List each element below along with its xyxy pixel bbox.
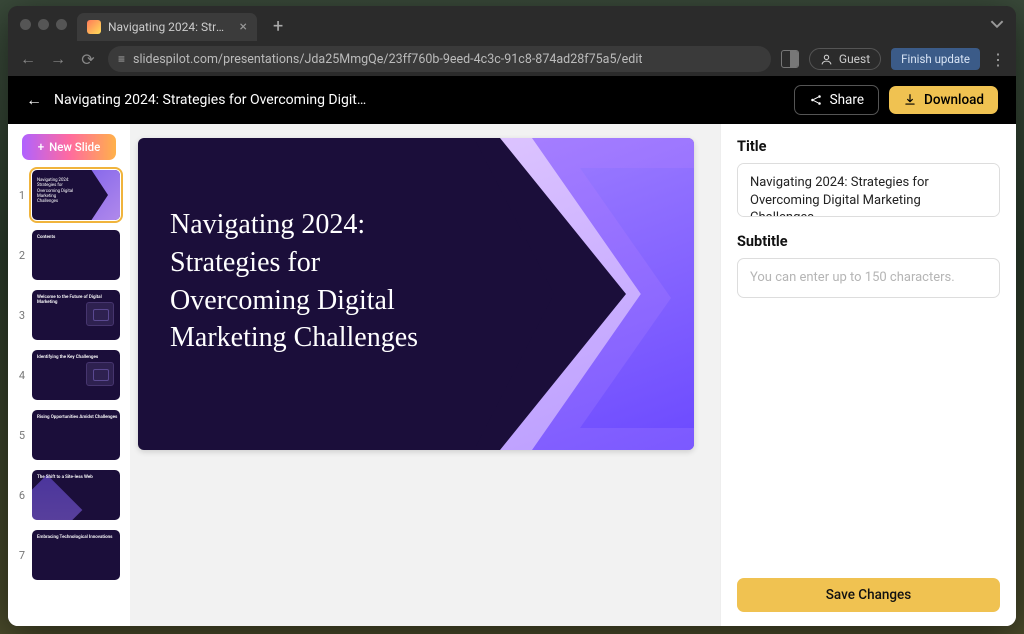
nav-back-button[interactable]: ← [18,49,38,69]
share-icon [809,93,823,107]
share-button[interactable]: Share [794,85,879,115]
thumb-title: Navigating 2024: Strategies for Overcomi… [37,178,77,205]
presentation-title: Navigating 2024: Strategies for Overcomi… [54,92,366,108]
thumb-row: 2 Contents [18,230,120,280]
slide-thumb-1[interactable]: Navigating 2024: Strategies for Overcomi… [32,170,120,220]
window-close[interactable] [20,19,31,30]
slide-thumbnails-sidebar: + New Slide 1 Navigating 2024: Strategie… [8,124,130,626]
slide-thumb-2[interactable]: Contents [32,230,120,280]
profile-button[interactable]: Guest [809,48,881,70]
slide-thumb-4[interactable]: Identifying the Key Challenges [32,350,120,400]
slide-thumb-3[interactable]: Welcome to the Future of Digital Marketi… [32,290,120,340]
subtitle-field-label: Subtitle [737,233,1000,250]
thumb-title: Embracing Technological Innovations [37,535,112,540]
image-placeholder-icon [86,302,114,326]
image-placeholder-icon [86,362,114,386]
thumb-title: Rising Opportunities Amidst Challenges [37,415,117,420]
tab-title: Navigating 2024: Strategies f… [108,20,229,34]
download-icon [903,93,917,107]
finish-update-button[interactable]: Finish update [891,48,980,70]
thumb-row: 1 Navigating 2024: Strategies for Overco… [18,170,120,220]
side-panel-icon[interactable] [781,50,799,68]
slide-title-text[interactable]: Navigating 2024: Strategies for Overcomi… [170,206,470,357]
thumb-title: Contents [37,235,55,240]
save-changes-button[interactable]: Save Changes [737,578,1000,612]
reload-button[interactable]: ⟳ [78,50,98,69]
chevron-down-icon[interactable] [990,17,1004,31]
url-text: slidespilot.com/presentations/Jda25MmgQe… [133,52,642,67]
url-bar[interactable]: ≡ slidespilot.com/presentations/Jda25Mmg… [108,46,771,72]
nav-forward-button: → [48,49,68,69]
thumb-title: The Shift to a Site-less Web [37,475,93,480]
site-settings-icon[interactable]: ≡ [118,52,125,66]
thumb-row: 5 Rising Opportunities Amidst Challenges [18,410,120,460]
slide-canvas-area[interactable]: Navigating 2024: Strategies for Overcomi… [130,124,720,626]
thumb-row: 6 The Shift to a Site-less Web [18,470,120,520]
app-back-button[interactable]: ← [26,90,42,110]
download-button[interactable]: Download [889,86,998,114]
slide-thumb-7[interactable]: Embracing Technological Innovations [32,530,120,580]
thumb-number: 1 [18,189,26,202]
properties-panel: Title Subtitle Save Changes [720,124,1016,626]
browser-window: Navigating 2024: Strategies f… × + ← → ⟳… [8,6,1016,626]
thumb-number: 2 [18,249,26,262]
download-label: Download [924,92,984,108]
new-slide-label: New Slide [49,140,100,154]
title-input[interactable] [737,163,1000,217]
save-label: Save Changes [826,587,912,603]
thumb-number: 3 [18,309,26,322]
address-bar: ← → ⟳ ≡ slidespilot.com/presentations/Jd… [8,42,1016,76]
plus-icon: + [38,140,44,154]
app-body: + New Slide 1 Navigating 2024: Strategie… [8,124,1016,626]
thumb-number: 4 [18,369,26,382]
titlebar: Navigating 2024: Strategies f… × + [8,6,1016,42]
thumb-number: 5 [18,429,26,442]
window-minimize[interactable] [38,19,49,30]
subtitle-input[interactable] [737,258,1000,298]
window-maximize[interactable] [56,19,67,30]
browser-tab[interactable]: Navigating 2024: Strategies f… × [77,13,257,41]
slide-thumb-5[interactable]: Rising Opportunities Amidst Challenges [32,410,120,460]
favicon [87,20,101,34]
thumb-row: 4 Identifying the Key Challenges [18,350,120,400]
thumb-title: Identifying the Key Challenges [37,355,98,360]
share-label: Share [830,92,864,108]
new-slide-button[interactable]: + New Slide [22,134,116,160]
slide-canvas[interactable]: Navigating 2024: Strategies for Overcomi… [138,138,694,450]
thumb-number: 6 [18,489,26,502]
thumb-row: 3 Welcome to the Future of Digital Marke… [18,290,120,340]
person-icon [820,53,833,66]
browser-menu-button[interactable]: ⋮ [990,50,1006,69]
app-header: ← Navigating 2024: Strategies for Overco… [8,76,1016,124]
new-tab-button[interactable]: + [273,16,283,37]
tab-close-icon[interactable]: × [240,19,247,35]
thumb-row: 7 Embracing Technological Innovations [18,530,120,580]
title-field-label: Title [737,138,1000,155]
slide-thumb-6[interactable]: The Shift to a Site-less Web [32,470,120,520]
window-controls [20,19,67,30]
thumb-number: 7 [18,549,26,562]
profile-label: Guest [839,52,870,66]
